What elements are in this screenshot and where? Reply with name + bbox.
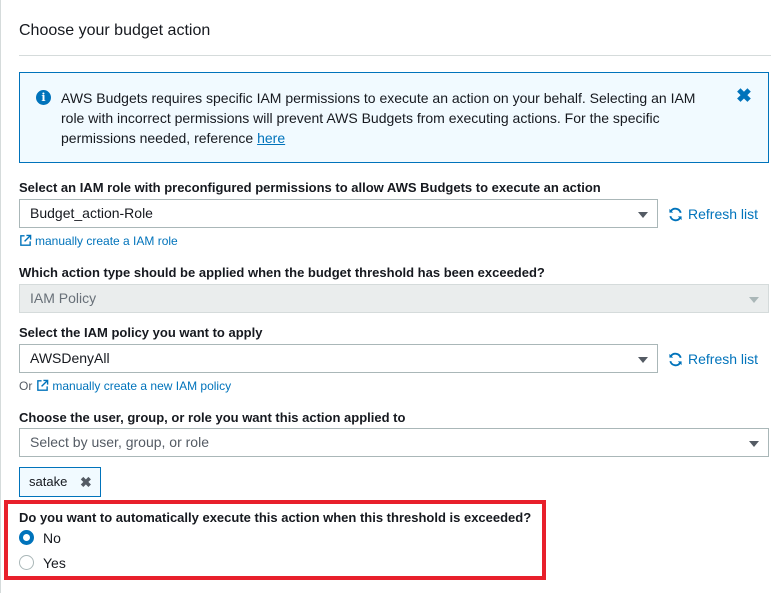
iam-role-value: Budget_action-Role [30,205,153,221]
refresh-policy-label: Refresh list [688,351,759,367]
token-label: satake [29,474,68,489]
create-iam-role-link[interactable]: manually create a IAM role [19,233,178,249]
radio-selected-icon[interactable] [19,530,34,545]
target-placeholder: Select by user, group, or role [30,434,209,450]
iam-policy-value: AWSDenyAll [30,350,110,366]
info-icon: i [36,90,51,105]
target-label: Choose the user, group, or role you want… [19,410,406,425]
action-type-label: Which action type should be applied when… [19,265,545,280]
info-alert-text: AWS Budgets requires specific IAM permis… [61,88,711,148]
refresh-role-list-button[interactable]: Refresh list [668,205,758,223]
refresh-icon [669,207,682,222]
caret-down-icon [749,441,759,447]
selected-target-token: satake ✖ [19,467,101,497]
refresh-policy-list-button[interactable]: Refresh list [668,350,758,368]
info-reference-link[interactable]: here [257,130,285,146]
refresh-role-label: Refresh list [688,206,759,222]
create-iam-policy-row: Or manually create a new IAM policy [19,378,231,394]
caret-down-icon [638,357,648,363]
title-divider [19,55,771,56]
external-link-icon [37,379,49,391]
refresh-icon [669,352,682,367]
info-alert-message: AWS Budgets requires specific IAM permis… [61,90,696,146]
iam-policy-select[interactable]: AWSDenyAll [19,344,658,373]
section-title: Choose your budget action [19,22,211,39]
or-text: Or [19,379,33,393]
remove-token-icon[interactable]: ✖ [80,468,92,496]
radio-unselected-icon[interactable] [19,555,34,570]
close-icon[interactable]: ✖ [736,87,752,107]
create-iam-policy-text: manually create a new IAM policy [52,379,232,393]
info-alert: i AWS Budgets requires specific IAM perm… [19,72,769,163]
caret-down-icon [638,212,648,218]
budget-action-panel: Choose your budget action i AWS Budgets … [0,0,771,593]
caret-down-icon [749,297,759,303]
action-type-value: IAM Policy [30,290,97,306]
radio-no-label: No [43,530,61,546]
auto-execute-question: Do you want to automatically execute thi… [19,510,532,525]
radio-yes-label: Yes [43,555,66,571]
create-iam-policy-link[interactable]: manually create a new IAM policy [36,379,231,393]
iam-policy-label: Select the IAM policy you want to apply [19,325,263,340]
iam-role-select[interactable]: Budget_action-Role [19,199,658,228]
target-select[interactable]: Select by user, group, or role [19,428,769,457]
iam-role-label: Select an IAM role with preconfigured pe… [19,180,601,195]
action-type-select: IAM Policy [19,284,769,313]
create-iam-role-text: manually create a IAM role [35,234,178,248]
external-link-icon [20,234,32,246]
